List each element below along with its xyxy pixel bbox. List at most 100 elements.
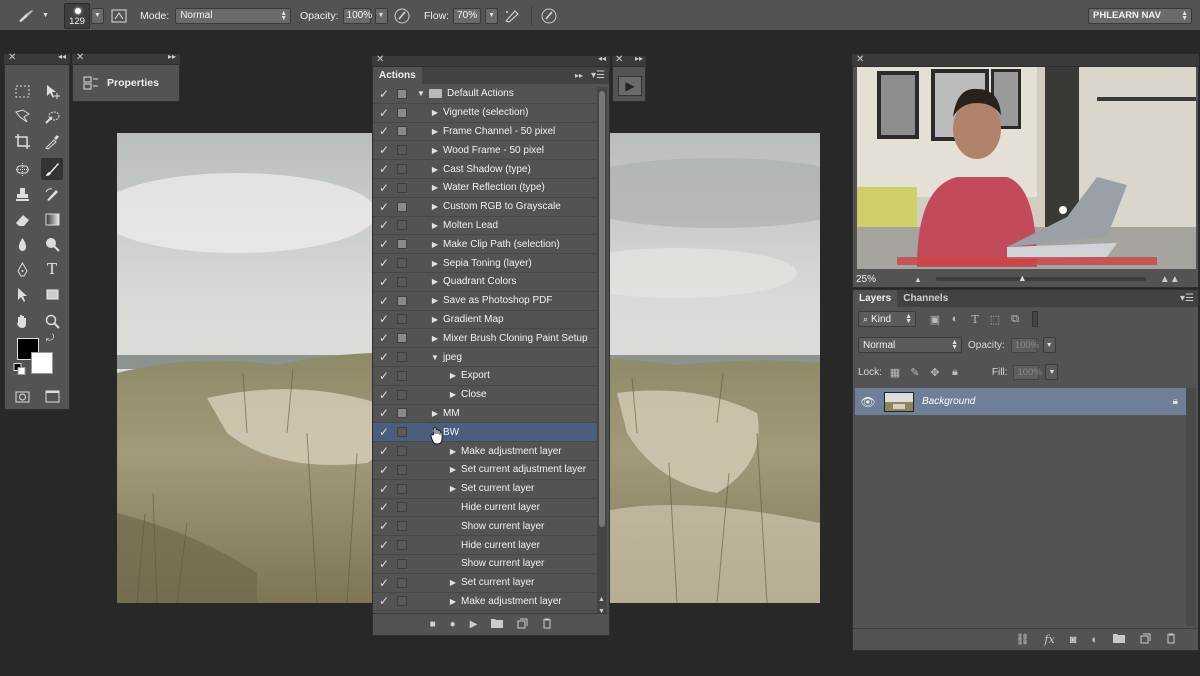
toggle-dialog-icon[interactable]	[397, 370, 407, 381]
action-row[interactable]: ✓ ▶ Gradient Map	[373, 311, 597, 330]
toggle-item-checkmark-icon[interactable]: ✓	[373, 275, 395, 289]
collapsed-triangle-icon[interactable]: ▶	[429, 165, 441, 174]
toggle-dialog-icon[interactable]	[397, 107, 407, 118]
zoom-out-icon[interactable]: ▲	[914, 275, 922, 284]
collapsed-triangle-icon[interactable]: ▶	[447, 447, 459, 456]
action-row[interactable]: ✓ ▶ Mixer Brush Cloning Paint Setup	[373, 329, 597, 349]
action-row[interactable]: ✓ ▶ Molten Lead	[373, 217, 597, 236]
crop-tool-icon[interactable]	[11, 130, 33, 152]
toggle-item-checkmark-icon[interactable]: ✓	[373, 143, 395, 157]
toggle-item-checkmark-icon[interactable]: ✓	[373, 294, 395, 308]
toggle-item-checkmark-icon[interactable]: ✓	[373, 350, 395, 364]
action-row[interactable]: ✓ ▶ Set current adjustment layer	[373, 461, 597, 480]
toggle-dialog-icon[interactable]	[397, 352, 407, 363]
toggle-item-checkmark-icon[interactable]: ✓	[373, 557, 395, 571]
close-icon[interactable]: ✕	[856, 54, 864, 65]
action-row[interactable]: ✓ ▶ Make adjustment layer	[373, 593, 597, 612]
toggle-item-checkmark-icon[interactable]: ✓	[373, 388, 395, 402]
mode-dropdown[interactable]: Normal ▲ ▼	[175, 7, 292, 24]
toggle-item-checkmark-icon[interactable]: ✓	[373, 444, 395, 458]
clone-stamp-tool-icon[interactable]	[11, 183, 33, 205]
filter-toggle[interactable]	[1032, 311, 1038, 327]
collapsed-triangle-icon[interactable]: ▶	[429, 277, 441, 286]
action-row[interactable]: ✓ ▶ Export	[373, 367, 597, 386]
collapse-icon[interactable]: ◂◂	[58, 52, 66, 61]
toggle-dialog-icon[interactable]	[397, 596, 407, 607]
eyedropper-tool-icon[interactable]	[41, 130, 63, 152]
eye-visibility-icon[interactable]: 👁︎	[855, 395, 881, 409]
toggle-item-checkmark-icon[interactable]: ✓	[373, 594, 395, 608]
panel-menu-icon[interactable]: ▾☰	[1180, 293, 1194, 304]
path-selection-tool-icon[interactable]	[11, 283, 33, 305]
action-row[interactable]: ✓ ▶ Set current layer	[373, 574, 597, 593]
expand-panel-icon[interactable]: ▸▸	[575, 71, 583, 80]
toggle-dialog-icon[interactable]	[397, 182, 407, 193]
action-row[interactable]: ✓ ▶ Sepia Toning (layer)	[373, 254, 597, 273]
collapsed-triangle-icon[interactable]: ▶	[429, 409, 441, 418]
toggle-dialog-icon[interactable]	[397, 239, 407, 250]
tab-actions[interactable]: Actions	[373, 67, 422, 84]
adjustment-filter-icon[interactable]: ◐	[948, 312, 962, 326]
toggle-item-checkmark-icon[interactable]: ✓	[373, 406, 395, 420]
navigator-zoom-value[interactable]: 25%	[856, 274, 896, 285]
toggle-dialog-icon[interactable]	[397, 446, 407, 457]
panel-menu-icon[interactable]: ▾☰	[591, 70, 605, 81]
swap-colors-icon[interactable]: ⤾	[43, 331, 57, 345]
action-row[interactable]: ✓ ▶ Quadrant Colors	[373, 273, 597, 292]
stop-recording-icon[interactable]: ■	[430, 619, 436, 630]
rectangle-tool-icon[interactable]	[41, 283, 63, 305]
navigator-panel-header[interactable]: ✕	[852, 54, 1199, 66]
layer-opacity-dropdown[interactable]: ▼	[1042, 337, 1056, 353]
actions-panel-header[interactable]: ✕ ◂◂	[372, 54, 610, 66]
trash-icon[interactable]	[542, 618, 552, 632]
collapsed-triangle-icon[interactable]: ▶	[429, 127, 441, 136]
collapsed-triangle-icon[interactable]: ▶	[429, 240, 441, 249]
collapsed-triangle-icon[interactable]: ▶	[447, 465, 459, 474]
collapsed-triangle-icon[interactable]: ▶	[447, 371, 459, 380]
toggle-dialog-icon[interactable]	[397, 427, 407, 438]
fx-icon[interactable]: fx	[1044, 633, 1054, 646]
collapsed-triangle-icon[interactable]: ▶	[447, 578, 459, 587]
new-action-icon[interactable]	[517, 618, 528, 632]
actions-scrollbar[interactable]: ▲ ▼	[597, 87, 607, 617]
layer-filter-kind-dropdown[interactable]: ⌕ Kind ▲ ▼	[858, 311, 916, 327]
collapsed-triangle-icon[interactable]: ▶	[447, 597, 459, 606]
close-icon[interactable]: ✕	[615, 54, 623, 65]
toggle-item-checkmark-icon[interactable]: ✓	[373, 576, 395, 590]
spot-healing-tool-icon[interactable]	[11, 158, 33, 180]
navigator-preview[interactable]	[857, 67, 1196, 269]
toggle-item-checkmark-icon[interactable]: ✓	[373, 331, 395, 345]
toggle-item-checkmark-icon[interactable]: ✓	[373, 369, 395, 383]
collapsed-triangle-icon[interactable]: ▶	[429, 202, 441, 211]
toggle-dialog-icon[interactable]	[397, 333, 407, 344]
toggle-item-checkmark-icon[interactable]: ✓	[373, 237, 395, 251]
shape-filter-icon[interactable]: ⬚	[988, 312, 1002, 326]
collapsed-triangle-icon[interactable]: ▶	[429, 334, 441, 343]
brush-tool-icon[interactable]	[41, 158, 63, 180]
link-layers-icon[interactable]: ⛓︎	[1015, 633, 1029, 646]
quick-mask-icon[interactable]	[11, 385, 33, 407]
gradient-tool-icon[interactable]	[41, 208, 63, 230]
zoom-slider-thumb[interactable]: ▲	[1018, 273, 1027, 283]
collapsed-triangle-icon[interactable]: ▶	[429, 108, 441, 117]
layers-scrollbar[interactable]	[1186, 388, 1196, 626]
lasso-tool-icon[interactable]	[11, 105, 33, 127]
toggle-item-checkmark-icon[interactable]: ✓	[373, 106, 395, 120]
smart-object-filter-icon[interactable]: ⧉	[1008, 312, 1022, 326]
type-filter-icon[interactable]: T	[968, 312, 982, 326]
action-row[interactable]: ✓ ▼ jpeg	[373, 348, 597, 367]
toggle-dialog-icon[interactable]	[397, 389, 407, 400]
toggle-dialog-icon[interactable]	[397, 577, 407, 588]
toggle-dialog-icon[interactable]	[397, 483, 407, 494]
toggle-item-checkmark-icon[interactable]: ✓	[373, 181, 395, 195]
dodge-tool-icon[interactable]	[41, 233, 63, 255]
toggle-item-checkmark-icon[interactable]: ✓	[373, 538, 395, 552]
brush-preset-picker[interactable]: 129	[64, 2, 90, 29]
scroll-up-icon[interactable]: ▲	[598, 596, 605, 603]
new-group-folder-icon[interactable]	[1113, 633, 1125, 646]
lock-transparent-icon[interactable]: ▦	[888, 365, 902, 379]
action-row[interactable]: ✓ Hide current layer	[373, 499, 597, 518]
opacity-dropdown[interactable]: ▼	[374, 7, 388, 24]
fill-dropdown[interactable]: ▼	[1045, 364, 1059, 380]
zoom-tool-icon[interactable]	[41, 310, 63, 332]
